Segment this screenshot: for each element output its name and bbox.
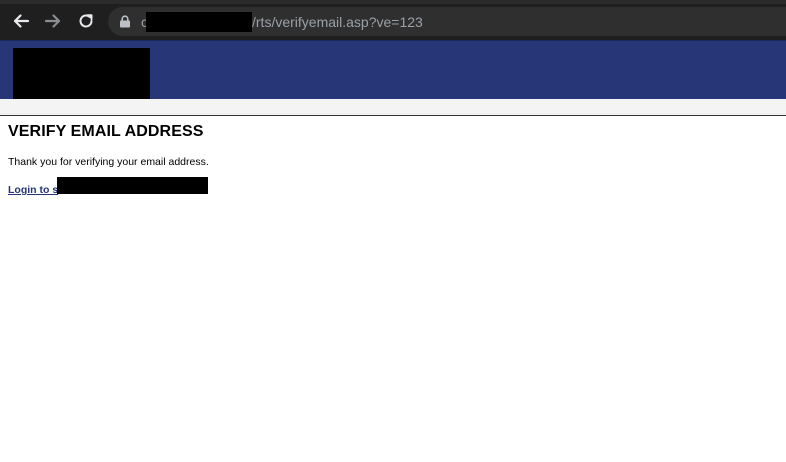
redacted-logo [13,48,150,99]
redacted-url-host [146,12,252,32]
arrow-left-icon [13,14,30,28]
forward-button[interactable] [41,9,65,33]
header-subbar [0,99,786,116]
url-path: /rts/verifyemail.asp?ve=123 [252,14,423,30]
arrow-right-icon [44,14,61,28]
login-link[interactable]: Login to s [8,184,58,196]
site-header [0,40,786,100]
login-line: Login to s [8,177,778,198]
back-button[interactable] [9,9,33,33]
address-bar[interactable]: c /rts/verifyemail.asp?ve=123 [108,7,786,36]
redacted-link-text [57,177,208,194]
browser-tab-strip [0,0,786,4]
confirmation-message: Thank you for verifying your email addre… [8,156,209,168]
reload-button[interactable] [74,9,98,33]
page-title: VERIFY EMAIL ADDRESS [8,123,204,140]
browser-toolbar: c /rts/verifyemail.asp?ve=123 [0,0,786,40]
lock-icon [120,15,130,28]
main-content: VERIFY EMAIL ADDRESS Thank you for verif… [8,123,778,198]
reload-icon [79,14,93,28]
